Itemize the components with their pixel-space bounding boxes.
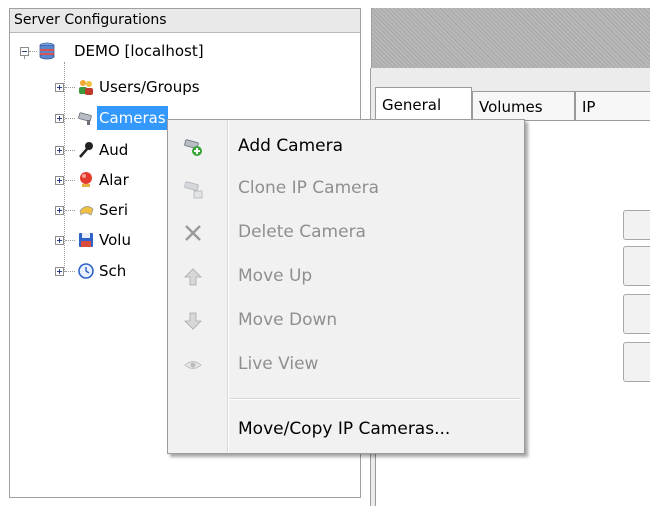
expand-toggle[interactable] — [55, 206, 64, 215]
tree-line — [65, 240, 75, 242]
tree-item-alarms[interactable]: Alar — [55, 168, 175, 192]
tree-item-volumes[interactable]: Volu — [55, 228, 175, 252]
panel-button[interactable] — [623, 342, 650, 382]
menu-item-label: Live View — [238, 354, 319, 374]
panel-button[interactable] — [623, 294, 650, 334]
menu-item-move-copy-ip-cameras[interactable]: Move/Copy IP Cameras... — [170, 409, 522, 449]
menu-item-label: Delete Camera — [238, 222, 366, 242]
tree-item-label-selected: Cameras — [97, 106, 168, 130]
floppy-disk-icon — [79, 233, 93, 247]
arrow-down-icon — [184, 312, 202, 330]
microphone-icon — [79, 142, 93, 158]
menu-item-label: Clone IP Camera — [238, 178, 380, 198]
tree-line — [65, 210, 75, 212]
tree-line — [65, 180, 75, 182]
add-camera-icon — [184, 139, 202, 156]
tree-root-demo[interactable]: DEMO [localhost] — [20, 39, 270, 63]
tree-line — [65, 87, 75, 89]
tree-item-audio[interactable]: Aud — [55, 138, 175, 162]
tab-volumes[interactable]: Volumes — [472, 91, 575, 121]
tree-item-label: Seri — [99, 201, 129, 219]
menu-item-label: Move Up — [238, 266, 313, 286]
serial-icon — [79, 206, 94, 216]
tab-general[interactable]: General — [375, 87, 472, 121]
clone-camera-icon — [184, 181, 203, 199]
tree-item-label: Volu — [99, 231, 131, 249]
tree-item-label: Users/Groups — [99, 78, 200, 96]
tree-header: Server Configurations — [10, 9, 360, 33]
tab-ip[interactable]: IP — [575, 91, 650, 121]
tree-line — [65, 118, 75, 120]
tree-item-serial[interactable]: Seri — [55, 198, 175, 222]
delete-x-icon — [185, 225, 201, 241]
menu-item-add-camera[interactable]: Add Camera — [170, 126, 522, 166]
tree-item-schedules[interactable]: Sch — [55, 259, 175, 283]
menu-item-clone-ip-camera[interactable]: Clone IP Camera — [170, 168, 522, 208]
expand-toggle[interactable] — [55, 83, 64, 92]
menu-item-label: Add Camera — [238, 136, 344, 156]
menu-item-delete-camera[interactable]: Delete Camera — [170, 212, 522, 252]
menu-item-label: Move/Copy IP Cameras... — [238, 419, 451, 439]
expand-toggle[interactable] — [55, 267, 64, 276]
eye-icon — [184, 361, 202, 369]
camera-context-menu: Add Camera Clone IP Camera Delete Camera… — [167, 119, 525, 454]
menu-separator — [230, 398, 520, 400]
expand-toggle[interactable] — [55, 114, 64, 123]
clock-icon — [78, 263, 94, 279]
expand-toggle[interactable] — [55, 236, 64, 245]
collapse-toggle[interactable] — [20, 47, 29, 56]
panel-button[interactable] — [623, 246, 650, 286]
users-icon — [79, 80, 93, 95]
expand-toggle[interactable] — [55, 146, 64, 155]
panel-button[interactable] — [623, 210, 650, 240]
menu-item-label: Move Down — [238, 310, 338, 330]
camera-icon — [78, 112, 92, 125]
alarm-icon — [80, 172, 92, 187]
menu-item-move-up[interactable]: Move Up — [170, 256, 522, 296]
tree-item-users-groups[interactable]: Users/Groups — [55, 75, 275, 99]
tree-item-label: Aud — [99, 141, 129, 159]
expand-toggle[interactable] — [55, 176, 64, 185]
tree-line — [65, 150, 75, 152]
menu-item-move-down[interactable]: Move Down — [170, 300, 522, 340]
menu-item-live-view[interactable]: Live View — [170, 344, 522, 384]
tree-root-label: DEMO [localhost] — [74, 42, 204, 60]
tree-item-label: Alar — [99, 171, 129, 189]
tree-item-label: Sch — [99, 262, 127, 280]
tree-line — [65, 271, 75, 273]
right-header-area — [371, 8, 650, 68]
database-icon — [39, 42, 55, 60]
arrow-up-icon — [184, 268, 202, 286]
